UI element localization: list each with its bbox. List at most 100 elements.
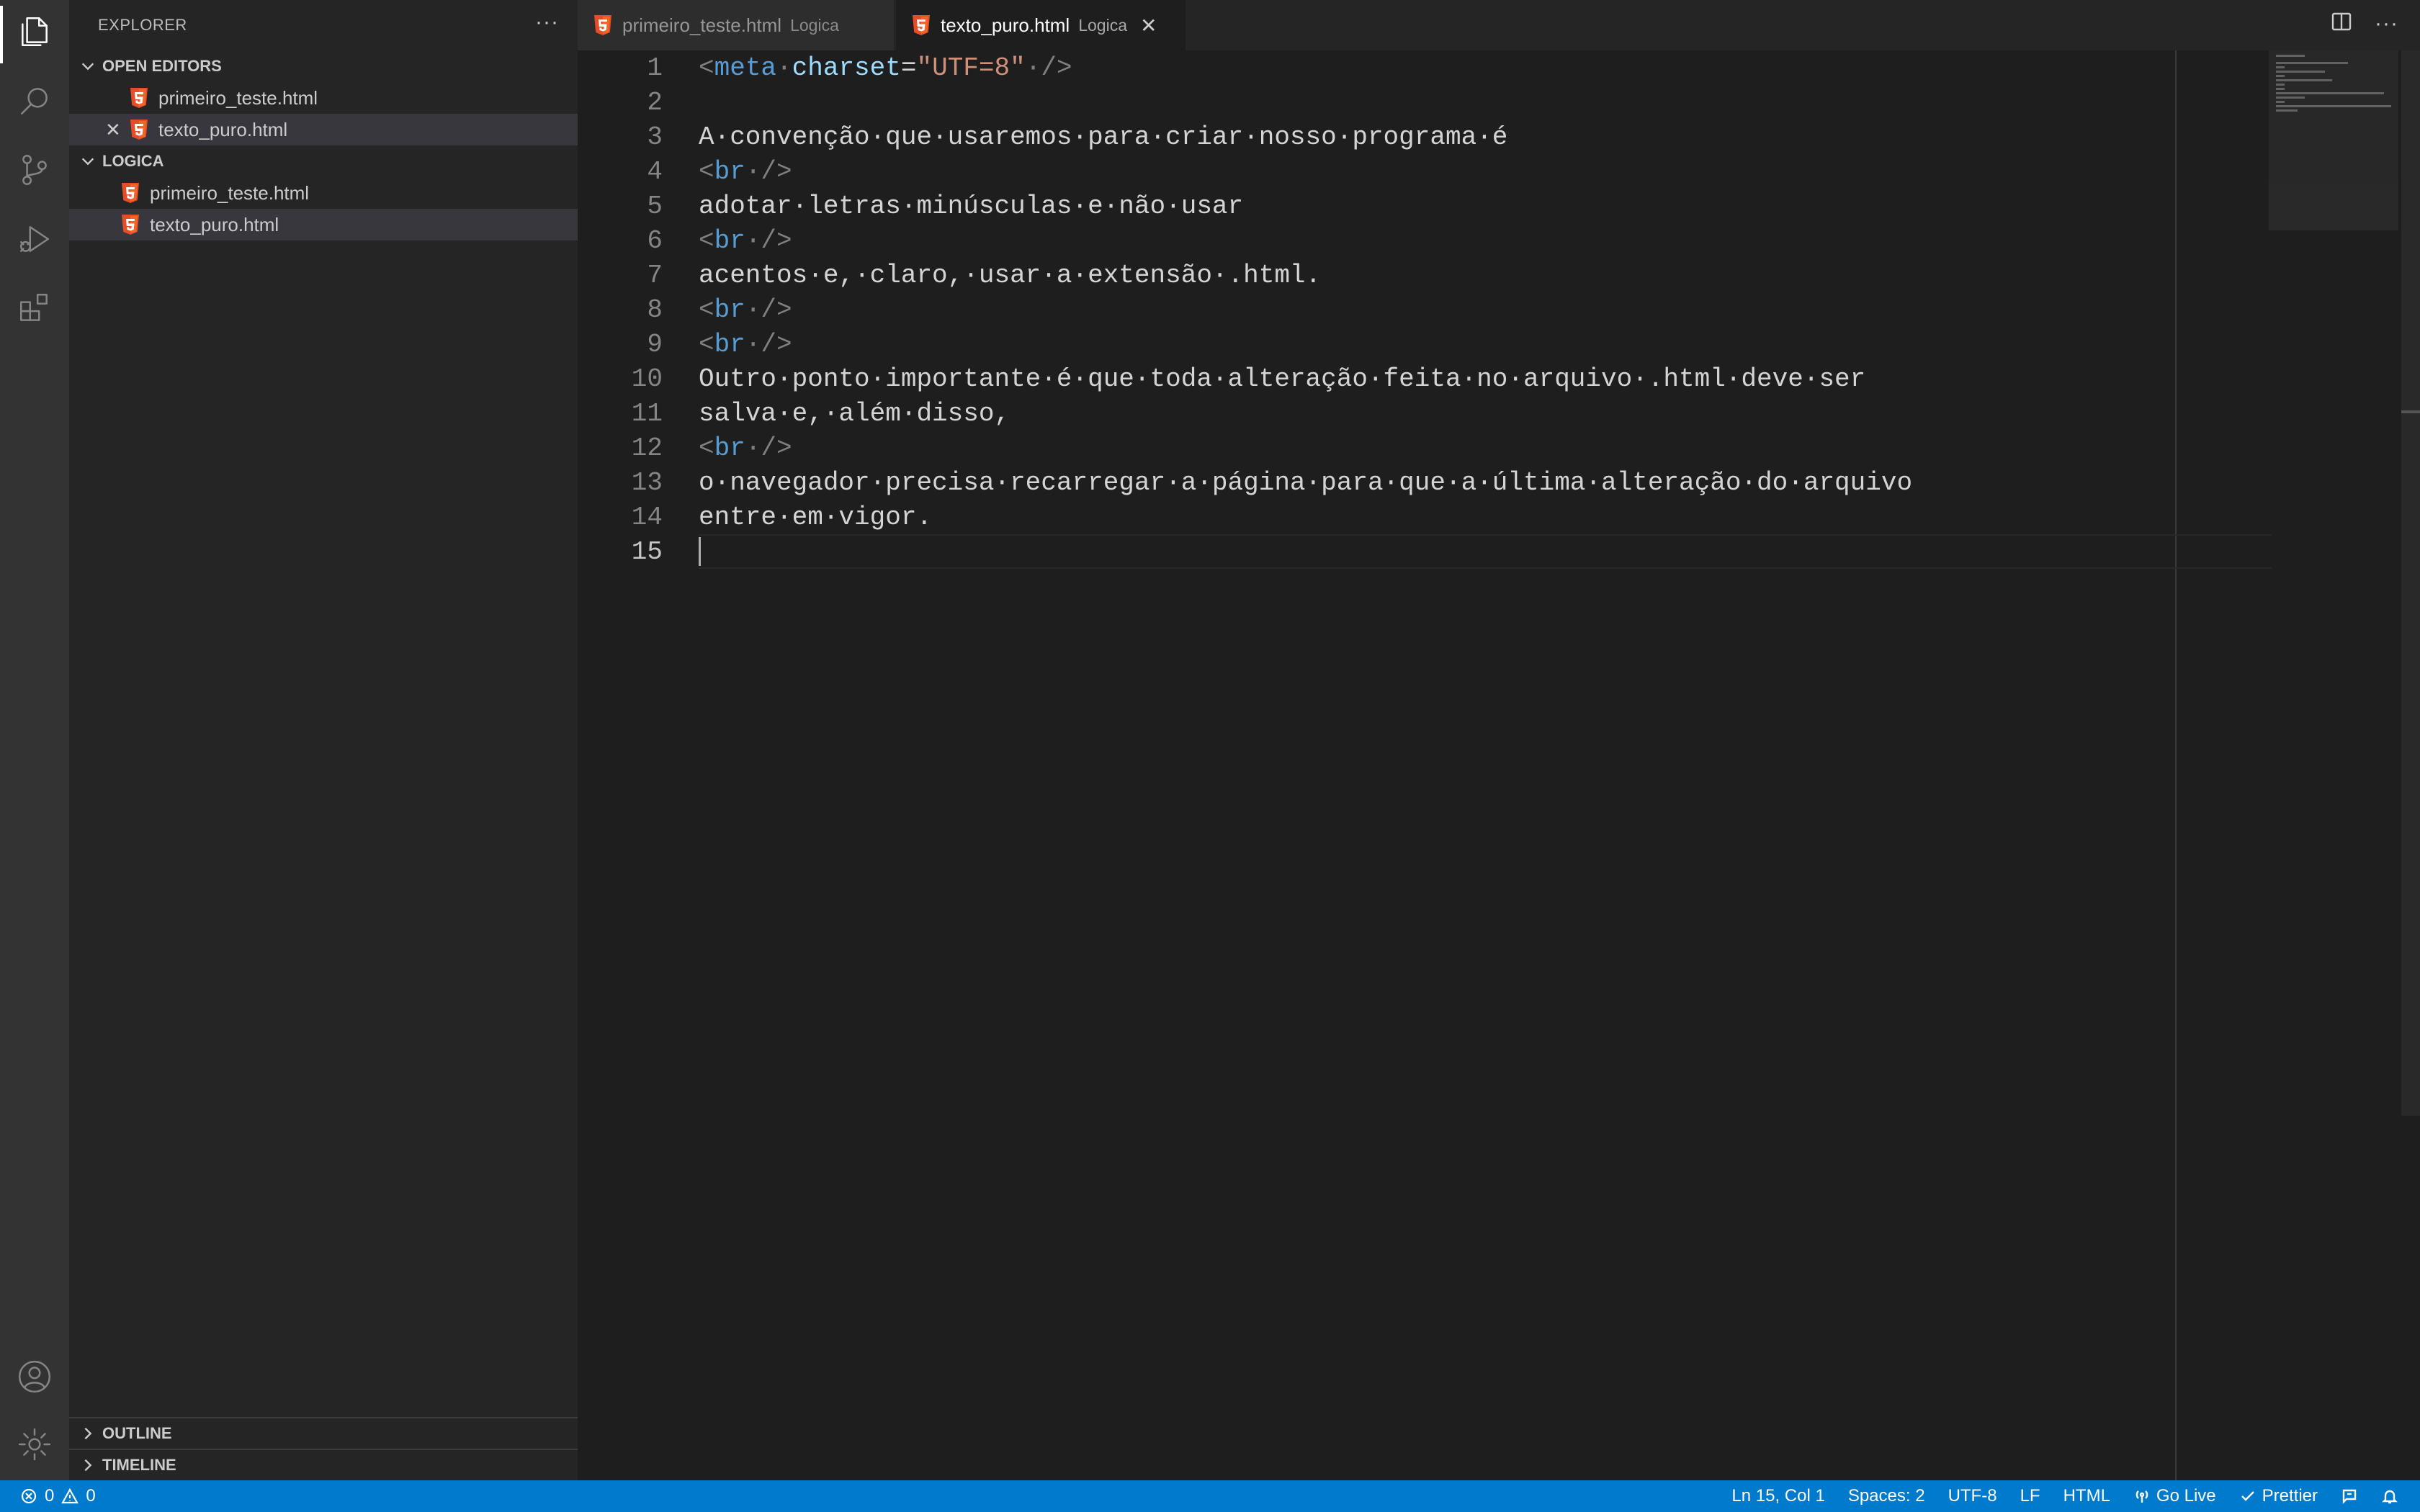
line-content: <br·/>: [699, 156, 792, 186]
prettier-label: Prettier: [2262, 1486, 2318, 1506]
problems-indicator[interactable]: 0 0: [20, 1486, 96, 1506]
search-icon[interactable]: [14, 81, 55, 121]
line-content: o·navegador·precisa·recarregar·a·página·…: [699, 467, 1913, 498]
line-number: 7: [647, 260, 663, 290]
line-number: 11: [631, 398, 663, 428]
prettier-button[interactable]: Prettier: [2239, 1486, 2318, 1506]
line-content: <br·/>: [699, 433, 792, 463]
tab-label: texto_puro.html: [941, 14, 1070, 36]
language-mode[interactable]: HTML: [2063, 1486, 2110, 1506]
html-file-icon: [594, 15, 611, 35]
feedback-icon[interactable]: [2341, 1488, 2358, 1505]
html-file-icon: [122, 215, 139, 235]
scrollbar-cursor-marker: [2401, 410, 2420, 413]
end-of-line[interactable]: LF: [2020, 1486, 2040, 1506]
open-editor-label: texto_puro.html: [158, 118, 288, 140]
extensions-icon[interactable]: [14, 288, 55, 328]
code-line: 9 <br·/>: [578, 327, 2272, 361]
settings-gear-icon[interactable]: [14, 1424, 55, 1464]
line-number: 12: [631, 433, 663, 463]
line-content: acentos·e,·claro,·usar·a·extensão·.html.: [699, 260, 1322, 290]
code-line: 6 <br·/>: [578, 223, 2272, 258]
vertical-scrollbar[interactable]: [2401, 50, 2420, 1116]
close-icon[interactable]: ✕: [105, 119, 121, 141]
cursor-position[interactable]: Ln 15, Col 1: [1731, 1486, 1824, 1506]
line-number: 5: [647, 191, 663, 221]
html-file-icon: [122, 183, 139, 203]
folder-logica-header[interactable]: LOGICA: [69, 145, 578, 177]
timeline-label: TIMELINE: [102, 1456, 176, 1474]
code-line: 13 o·navegador·precisa·recarregar·a·pági…: [578, 465, 2272, 500]
outline-label: OUTLINE: [102, 1424, 172, 1442]
account-icon[interactable]: [14, 1356, 55, 1397]
indentation[interactable]: Spaces: 2: [1848, 1486, 1925, 1506]
folder-label: LOGICA: [102, 152, 164, 170]
open-editors-label: OPEN EDITORS: [102, 57, 222, 75]
run-debug-icon[interactable]: [14, 219, 55, 259]
tab-bar: primeiro_teste.html Logica texto_puro.ht…: [578, 0, 2420, 50]
tab-primeiro-teste[interactable]: primeiro_teste.html Logica: [578, 0, 895, 50]
code-line: 4 <br·/>: [578, 154, 2272, 189]
line-number: 14: [631, 502, 663, 532]
status-bar: 0 0 Ln 15, Col 1 Spaces: 2 UTF-8 LF HTML…: [0, 1480, 2420, 1512]
line-number: 10: [631, 364, 663, 394]
file-label: texto_puro.html: [150, 213, 279, 235]
line-number: 3: [647, 122, 663, 152]
tab-texto-puro[interactable]: texto_puro.html Logica ✕: [896, 0, 1186, 50]
close-icon[interactable]: ✕: [1140, 14, 1157, 37]
chevron-down-icon: [73, 153, 102, 169]
sidebar-title: EXPLORER: [98, 16, 187, 34]
go-live-label: Go Live: [2156, 1486, 2216, 1506]
explorer-icon[interactable]: [14, 12, 55, 52]
warning-count: 0: [86, 1486, 96, 1506]
timeline-section[interactable]: TIMELINE: [69, 1449, 578, 1480]
more-actions-icon[interactable]: ···: [2375, 12, 2398, 36]
folder-file-item-active[interactable]: texto_puro.html: [69, 209, 578, 240]
chevron-down-icon: [73, 58, 102, 74]
code-editor[interactable]: 1 <meta·charset="UTF=8"·/> 2 3 A·convenç…: [578, 50, 2420, 1480]
line-content: entre·em·vigor.: [699, 502, 933, 532]
source-control-icon[interactable]: [14, 150, 55, 190]
outline-section[interactable]: OUTLINE: [69, 1417, 578, 1449]
line-number: 6: [647, 225, 663, 256]
error-count: 0: [45, 1486, 55, 1506]
line-content: <br·/>: [699, 225, 792, 256]
line-number: 15: [631, 536, 663, 567]
more-actions-icon[interactable]: ···: [535, 10, 559, 35]
error-icon: [21, 1488, 37, 1504]
code-line: 11 salva·e,·além·disso,: [578, 396, 2272, 431]
chevron-right-icon: [73, 1426, 102, 1441]
code-line: 5 adotar·letras·minúsculas·e·não·usar: [578, 189, 2272, 223]
tab-description: Logica: [790, 15, 839, 35]
open-editor-item-active[interactable]: ✕ texto_puro.html: [69, 114, 578, 145]
line-content: A·convenção·que·usaremos·para·criar·noss…: [699, 122, 1508, 152]
activity-bar: [0, 0, 69, 1480]
code-line: 10 Outro·ponto·importante·é·que·toda·alt…: [578, 361, 2272, 396]
broadcast-icon: [2136, 1490, 2148, 1503]
html-file-icon: [913, 15, 930, 35]
line-number: 8: [647, 294, 663, 325]
code-line: 1 <meta·charset="UTF=8"·/>: [578, 50, 2272, 85]
split-editor-icon[interactable]: [2330, 10, 2353, 37]
active-indicator: [0, 6, 3, 63]
html-file-icon: [130, 120, 148, 140]
chevron-right-icon: [73, 1457, 102, 1473]
notifications-bell-icon[interactable]: [2381, 1488, 2398, 1505]
code-line-current: 15: [578, 534, 2272, 569]
encoding[interactable]: UTF-8: [1948, 1486, 1997, 1506]
minimap[interactable]: [2269, 50, 2398, 230]
code-line: 2: [578, 85, 2272, 120]
line-content: <br·/>: [699, 294, 792, 325]
warning-icon: [61, 1488, 79, 1504]
folder-file-item[interactable]: primeiro_teste.html: [69, 177, 578, 209]
tab-description: Logica: [1078, 15, 1127, 35]
line-number: 13: [631, 467, 663, 498]
line-content: <br·/>: [699, 329, 792, 359]
open-editor-item[interactable]: primeiro_teste.html: [69, 82, 578, 114]
go-live-button[interactable]: Go Live: [2133, 1486, 2216, 1506]
line-content: adotar·letras·minúsculas·e·não·usar: [699, 191, 1244, 221]
code-line: 8 <br·/>: [578, 292, 2272, 327]
code-line: 14 entre·em·vigor.: [578, 500, 2272, 534]
tab-label: primeiro_teste.html: [622, 14, 782, 36]
open-editors-header[interactable]: OPEN EDITORS: [69, 50, 578, 82]
